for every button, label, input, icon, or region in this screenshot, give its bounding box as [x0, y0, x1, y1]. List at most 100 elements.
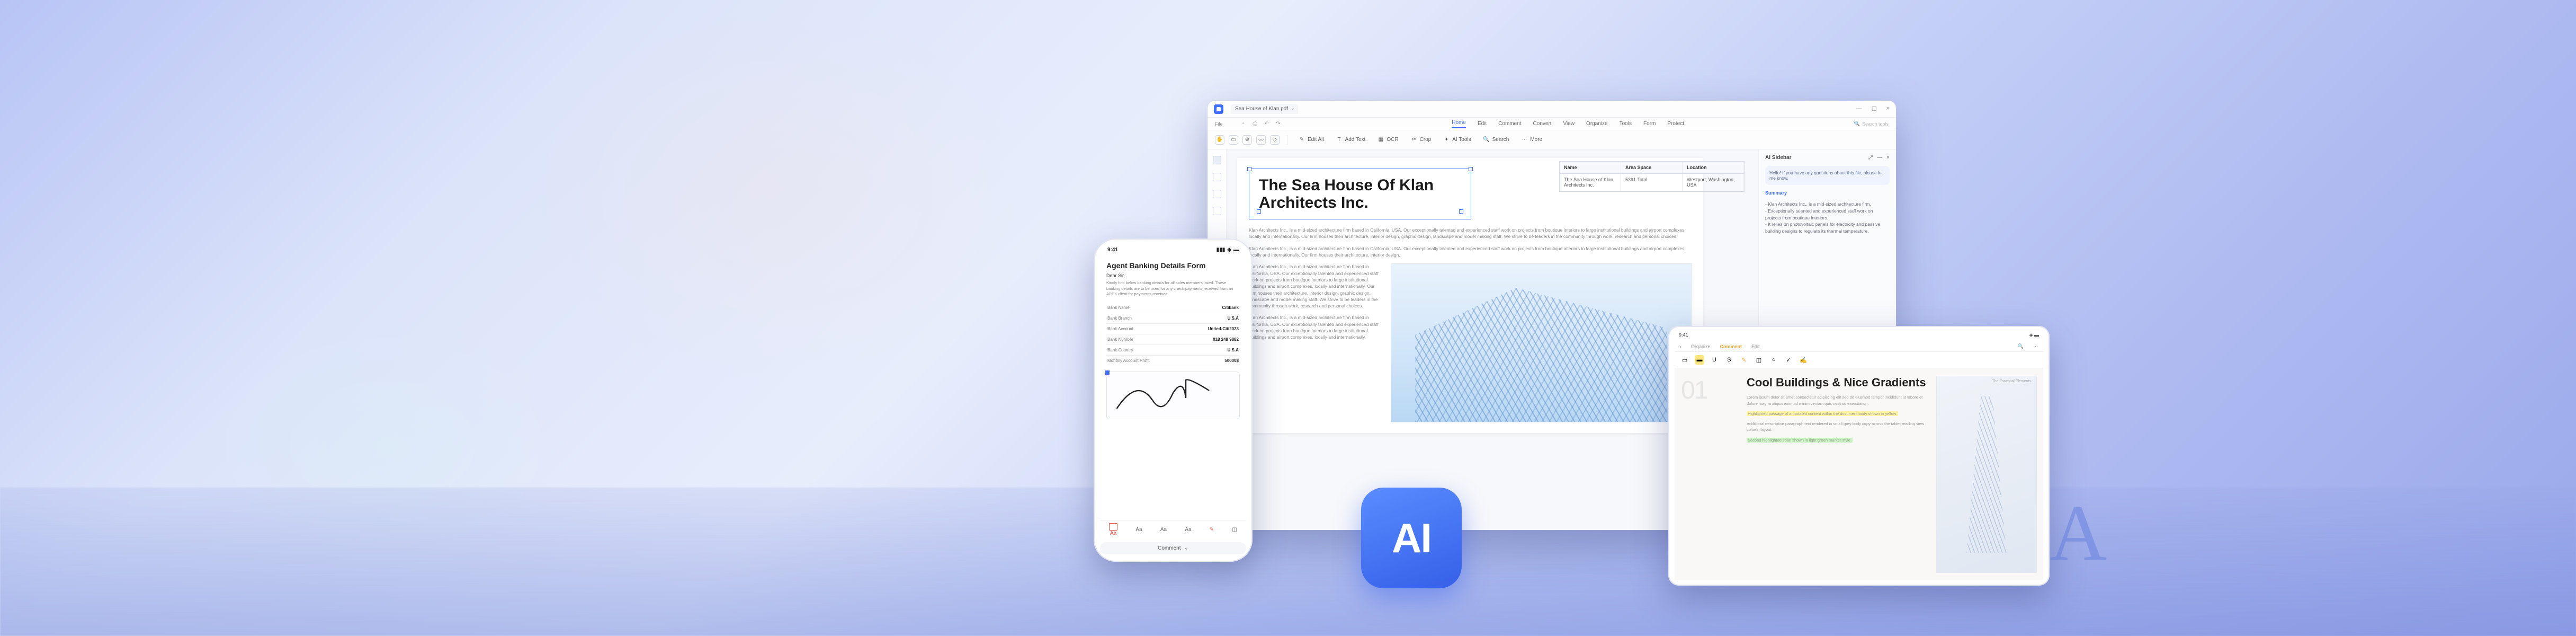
tablet-search-icon[interactable]: 🔍 — [2018, 343, 2024, 349]
ocr-button[interactable]: ▦OCR — [1374, 135, 1401, 145]
paragraph-3: Klan Architects Inc., is a mid-sized arc… — [1249, 263, 1381, 309]
tab-organize[interactable]: Organize — [1691, 344, 1711, 349]
tab-comment[interactable]: Comment — [1720, 344, 1742, 349]
tab-edit[interactable]: Edit — [1751, 344, 1760, 349]
paragraph-4: Klan Architects Inc., is a mid-sized arc… — [1249, 314, 1381, 340]
decorative-letter: A — [2050, 488, 2107, 579]
menu-home[interactable]: Home — [1452, 120, 1466, 128]
menu-tools[interactable]: Tools — [1620, 121, 1632, 127]
tablet-indicators: ◈ ▬ — [2029, 332, 2039, 338]
text-style-4[interactable]: Aa — [1185, 527, 1191, 533]
ai-minimize-icon[interactable]: — — [1877, 155, 1882, 161]
window-controls: — ☐ × — [1856, 105, 1890, 112]
signature-field[interactable] — [1106, 372, 1240, 419]
ai-expand-icon[interactable]: ⤢ — [1868, 155, 1873, 161]
highlight-tool-icon[interactable]: 〰 — [1256, 135, 1266, 145]
search-button[interactable]: 🔍Search — [1480, 135, 1513, 145]
paragraph-1: Klan Architects Inc., is a mid-sized arc… — [1249, 227, 1692, 240]
paragraph-2: Klan Architects Inc., is a mid-sized arc… — [1249, 245, 1692, 259]
highlighter-icon[interactable]: ▬ — [1695, 355, 1704, 365]
tablet-document[interactable]: 01 Cool Buildings & Nice Gradients Lorem… — [1675, 368, 2043, 580]
ai-close-icon[interactable]: × — [1886, 155, 1890, 161]
stamp-icon[interactable]: ✓ — [1784, 355, 1793, 365]
ai-sidebar-title: AI Sidebar — [1765, 155, 1791, 161]
ai-icon: ✦ — [1443, 136, 1450, 144]
thumbnails-icon[interactable] — [1213, 156, 1221, 164]
document-headline: The Sea House Of Klan Architects Inc. — [1259, 176, 1461, 211]
selected-text-box[interactable]: The Sea House Of Klan Architects Inc. — [1249, 169, 1471, 219]
close-tab-icon[interactable]: × — [1291, 107, 1294, 112]
ai-bullet-3: It relies on photovoltaic panels for ele… — [1765, 221, 1890, 235]
menu-convert[interactable]: Convert — [1533, 121, 1552, 127]
menu-search[interactable]: 🔍 Search tools — [1854, 121, 1889, 127]
pen-icon[interactable]: ✎ — [1739, 355, 1749, 365]
tablet-para-2: Additional descriptive paragraph text re… — [1747, 421, 1929, 433]
tablet-text-column: Cool Buildings & Nice Gradients Lorem ip… — [1747, 376, 1929, 573]
tablet-more-icon[interactable]: ⋯ — [2033, 343, 2038, 349]
print-icon[interactable]: ⎙ — [1251, 120, 1259, 128]
zoom-tool-icon[interactable]: ⊕ — [1242, 135, 1252, 145]
menu-file[interactable]: File — [1215, 121, 1223, 127]
redo-icon[interactable]: ↷ — [1275, 120, 1282, 128]
maximize-icon[interactable]: ☐ — [1872, 105, 1877, 112]
strikethrough-icon[interactable]: S — [1724, 355, 1734, 365]
tablet-time: 9:41 — [1679, 332, 1688, 338]
menu-form[interactable]: Form — [1643, 121, 1656, 127]
section-number-column: 01 — [1681, 376, 1739, 573]
info-table: Name Area Space Location The Sea House o… — [1559, 161, 1745, 192]
chevron-down-icon: ⌄ — [1184, 545, 1188, 551]
form-title: Agent Banking Details Form — [1106, 261, 1240, 270]
bookmarks-icon[interactable] — [1213, 173, 1221, 181]
layers-icon[interactable] — [1213, 207, 1221, 215]
pen-tool-icon[interactable]: ✎ — [1210, 527, 1214, 533]
titlebar: Sea House of Klan.pdf × — ☐ × — [1208, 101, 1896, 118]
minimize-icon[interactable]: — — [1856, 105, 1862, 112]
menu-edit[interactable]: Edit — [1478, 121, 1487, 127]
tablet-back-icon[interactable]: ‹ — [1680, 344, 1681, 349]
edit-all-button[interactable]: ✎Edit All — [1295, 135, 1327, 145]
td-area: 5391 Total — [1621, 174, 1683, 191]
yellow-highlight: Highlighted passage of annotated content… — [1747, 411, 1898, 416]
eraser-icon[interactable]: ◫ — [1754, 355, 1764, 365]
hand-tool-icon[interactable]: ✋ — [1215, 135, 1224, 145]
select-tool-icon[interactable]: ▭ — [1229, 135, 1238, 145]
text-style-2[interactable]: Aa — [1135, 527, 1142, 533]
phone-status-bar: 9:41 ▮▮▮ ◈ ▬ — [1100, 246, 1246, 256]
building-image — [1391, 263, 1692, 422]
form-intro: Kindly find below banking details for al… — [1106, 280, 1240, 297]
menu-protect[interactable]: Protect — [1667, 121, 1684, 127]
section-number: 01 — [1681, 376, 1739, 405]
crop-button[interactable]: ✂Crop — [1407, 135, 1435, 145]
quick-access-icons: ▫ ⎙ ↶ ↷ — [1240, 120, 1282, 128]
attachments-icon[interactable] — [1213, 190, 1221, 198]
undo-icon[interactable]: ↶ — [1263, 120, 1271, 128]
close-icon[interactable]: × — [1886, 105, 1890, 112]
comment-mode-label: Comment — [1158, 545, 1180, 551]
signature-icon[interactable]: ✍ — [1799, 355, 1808, 365]
eraser-tool-icon[interactable]: ◫ — [1232, 527, 1237, 533]
document-tab[interactable]: Sea House of Klan.pdf × — [1231, 104, 1298, 114]
more-button[interactable]: ⋯More — [1517, 135, 1545, 145]
shape-icon[interactable]: ○ — [1769, 355, 1778, 365]
tablet-device: 9:41 ◈ ▬ ‹ Organize Comment Edit 🔍 ⋯ ▭ ▬… — [1668, 326, 2050, 586]
save-icon[interactable]: ▫ — [1240, 120, 1247, 128]
menu-comment[interactable]: Comment — [1498, 121, 1521, 127]
phone-mode-selector[interactable]: Comment ⌄ — [1100, 542, 1246, 554]
menu-organize[interactable]: Organize — [1586, 121, 1608, 127]
menubar: File ▫ ⎙ ↶ ↷ Home Edit Comment Convert V… — [1208, 118, 1896, 130]
ai-summary-heading: Summary — [1765, 190, 1890, 196]
text-style-1[interactable]: Aa — [1109, 523, 1117, 536]
shape-tool-icon[interactable]: ◇ — [1270, 135, 1280, 145]
note-icon[interactable]: ▭ — [1680, 355, 1689, 365]
add-text-button[interactable]: TAdd Text — [1332, 135, 1369, 145]
text-style-3[interactable]: Aa — [1160, 527, 1167, 533]
pdf-page: The Sea House Of Klan Architects Inc. Na… — [1237, 158, 1703, 433]
underline-icon[interactable]: U — [1710, 355, 1719, 365]
green-highlight: Second highlighted span shown in light g… — [1747, 438, 1853, 443]
text-icon: T — [1336, 136, 1343, 144]
phone-document[interactable]: Agent Banking Details Form Dear Sir, Kin… — [1100, 256, 1246, 517]
battery-icon: ▬ — [1233, 247, 1239, 253]
menu-view[interactable]: View — [1563, 121, 1575, 127]
td-name: The Sea House of Klan Architects Inc. — [1560, 174, 1621, 191]
ai-tools-button[interactable]: ✦AI Tools — [1439, 135, 1474, 145]
